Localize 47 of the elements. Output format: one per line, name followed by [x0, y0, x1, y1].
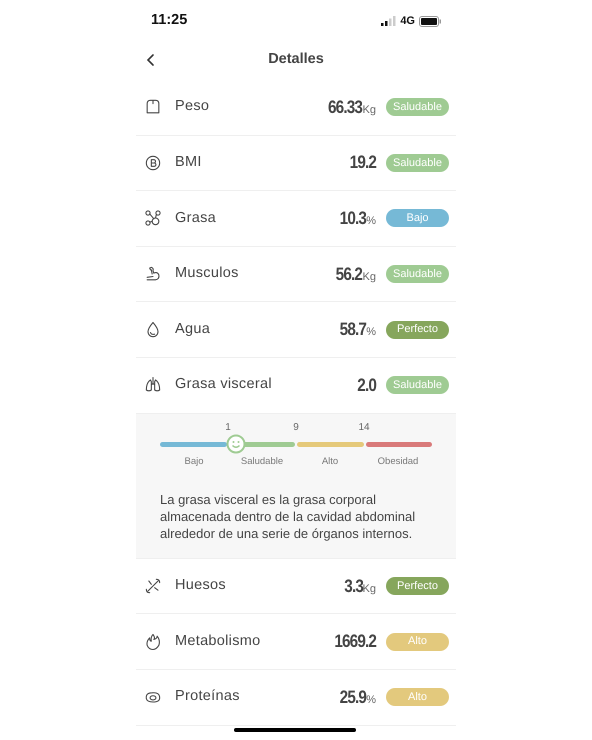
- status-badge: Saludable: [386, 265, 449, 284]
- unit-label: %: [366, 326, 376, 340]
- metric-value: 56.2: [336, 262, 363, 286]
- status-badge: Alto: [386, 688, 449, 706]
- scale-label: Bajo: [184, 454, 204, 469]
- threshold-label: 9: [293, 420, 299, 435]
- metric-label: Musculos: [175, 264, 239, 284]
- threshold-label: 1: [225, 420, 231, 435]
- battery-icon: [419, 16, 441, 26]
- scale-label: Alto: [322, 454, 338, 469]
- metric-value: 25.9: [340, 686, 366, 709]
- metric-value: 2.0: [357, 374, 376, 397]
- metric-label: Grasa: [175, 208, 216, 228]
- scale-label: Saludable: [240, 454, 284, 469]
- metric-value: 58.7: [340, 318, 366, 342]
- status-time: 11:25: [151, 11, 188, 30]
- unit-label: %: [366, 694, 376, 708]
- status-badge: Alto: [386, 632, 449, 651]
- metric-value: 3.3: [344, 574, 363, 598]
- metric-label: Agua: [175, 320, 210, 339]
- status-badge: Perfecto: [386, 577, 449, 596]
- metric-label: Grasa visceral: [175, 375, 272, 394]
- unit-label: Kg: [362, 270, 376, 285]
- status-badge: Bajo: [386, 209, 449, 228]
- metric-label: Huesos: [175, 576, 226, 596]
- metric-label: Peso: [175, 97, 210, 116]
- metric-value: 10.3: [340, 206, 366, 230]
- signal-icon: [381, 16, 396, 26]
- page-title: Detalles: [268, 50, 324, 70]
- metric-label: Metabolismo: [175, 632, 260, 651]
- molecule-icon: [143, 208, 163, 228]
- scale-label: Obesidad: [378, 454, 418, 469]
- network-label: 4G: [400, 14, 415, 29]
- metric-label: Proteínas: [175, 687, 240, 706]
- metric-value: 66.33: [328, 96, 363, 119]
- status-badge: Saludable: [386, 98, 449, 116]
- metric-value: 19.2: [350, 151, 376, 174]
- description-text: La grasa visceral es la grasa corporal almacenada dentro de la cavidad abdominal alrededor de una serie de órganos internos.: [160, 490, 416, 542]
- status-badge: Saludable: [386, 154, 449, 172]
- status-badge: Saludable: [386, 376, 449, 394]
- unit-label: Kg: [362, 582, 376, 597]
- status-badge: Perfecto: [386, 320, 449, 339]
- unit-label: Kg: [362, 102, 376, 118]
- metric-value: 1669.2: [334, 630, 376, 654]
- metric-label: BMI: [175, 153, 202, 172]
- threshold-label: 14: [358, 420, 370, 435]
- unit-label: %: [366, 214, 376, 229]
